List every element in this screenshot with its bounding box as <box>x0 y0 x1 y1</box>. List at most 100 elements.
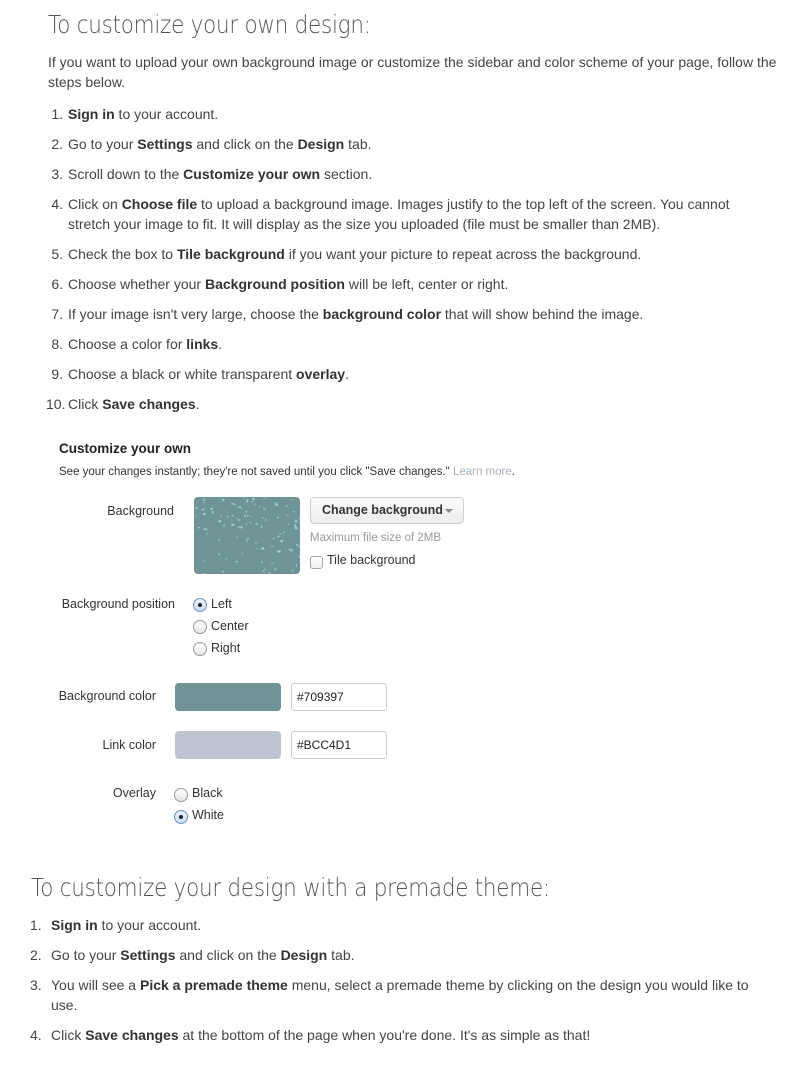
texture-speckle <box>237 518 241 521</box>
texture-speckle <box>235 560 238 563</box>
step-number: 9. <box>51 366 63 382</box>
texture-speckle <box>225 558 228 560</box>
texture-speckle <box>254 503 256 506</box>
overlay-white-radio[interactable] <box>174 810 188 824</box>
panel-description-text: See your changes instantly; they're not … <box>59 466 450 478</box>
overlay-white-label[interactable]: White <box>192 808 224 822</box>
texture-speckle <box>246 499 249 502</box>
texture-speckle <box>234 504 237 506</box>
background-thumbnail <box>194 497 300 574</box>
texture-speckle <box>202 560 205 562</box>
texture-speckle <box>298 517 300 520</box>
position-right-label[interactable]: Right <box>211 641 240 655</box>
step-text: Click Save changes. <box>68 396 200 412</box>
position-right-radio[interactable] <box>193 642 207 656</box>
position-center-label[interactable]: Center <box>211 619 249 633</box>
step-emphasis: Design <box>297 136 345 152</box>
texture-speckle <box>246 540 248 542</box>
step-item: 7. If your image isn't very large, choose… <box>46 304 766 324</box>
texture-speckle <box>195 515 198 517</box>
learn-more-link[interactable]: Learn more <box>453 466 512 478</box>
texture-speckle <box>246 515 250 517</box>
step-number: 4. <box>30 1027 42 1043</box>
learn-more-suffix: . <box>511 466 515 478</box>
texture-speckle <box>252 498 255 500</box>
texture-speckle <box>261 560 263 564</box>
step-text: Sign in to your account. <box>68 106 219 122</box>
texture-speckle <box>285 505 288 507</box>
overlay-black-label[interactable]: Black <box>192 786 223 800</box>
texture-speckle <box>231 519 233 521</box>
step-emphasis: Settings <box>120 947 176 963</box>
position-center-radio[interactable] <box>193 620 207 634</box>
texture-speckle <box>237 526 241 528</box>
texture-speckle <box>241 552 243 555</box>
step-number: 1. <box>51 106 63 122</box>
texture-speckle <box>220 515 222 517</box>
background-color-input[interactable]: #709397 <box>291 683 387 711</box>
step-text: Scroll down to the Customize your own se… <box>68 166 373 182</box>
texture-speckle <box>218 553 221 556</box>
texture-speckle <box>251 501 254 503</box>
step-text: Go to your Settings and click on the Des… <box>68 136 372 152</box>
texture-speckle <box>254 542 257 544</box>
texture-speckle <box>211 511 214 514</box>
step-emphasis: Customize your own <box>183 166 321 182</box>
panel-title: Customize your own <box>59 441 192 456</box>
step-text: Choose a color for links. <box>68 336 223 352</box>
step-number: 2. <box>30 947 42 963</box>
texture-speckle <box>274 502 277 504</box>
texture-speckle <box>256 547 258 549</box>
step-text: Click Save changes at the bottom of the … <box>51 1027 591 1043</box>
link-color-input[interactable]: #BCC4D1 <box>291 731 387 759</box>
texture-speckle <box>222 570 224 573</box>
texture-speckle <box>210 507 213 510</box>
texture-speckle <box>291 570 294 572</box>
texture-speckle <box>264 497 267 500</box>
texture-speckle <box>231 514 234 517</box>
texture-speckle <box>276 516 279 519</box>
step-text: Check the box to Tile background if you … <box>68 246 642 262</box>
step-number: 2. <box>51 136 63 152</box>
texture-speckle <box>231 523 235 526</box>
step-item: 4. Click on Choose file to upload a backg… <box>46 194 766 234</box>
texture-speckle <box>201 509 204 511</box>
texture-speckle <box>275 503 279 506</box>
texture-speckle <box>202 508 205 510</box>
step-item: 1. Sign in to your account. <box>30 915 770 935</box>
customize-your-own-panel: Customize your own See your changes inst… <box>0 430 794 850</box>
link-color-swatch[interactable] <box>175 731 281 759</box>
position-left-radio[interactable] <box>193 598 207 612</box>
overlay-black-radio[interactable] <box>174 788 188 802</box>
change-background-button[interactable]: Change background <box>310 497 464 524</box>
position-left-label[interactable]: Left <box>211 597 232 611</box>
tile-background-checkbox[interactable] <box>310 556 323 569</box>
texture-speckle <box>255 523 259 526</box>
background-color-swatch[interactable] <box>175 683 281 711</box>
step-text: Sign in to your account. <box>51 917 202 933</box>
step-number: 7. <box>51 306 63 322</box>
texture-speckle <box>246 538 250 540</box>
texture-speckle <box>294 520 298 523</box>
texture-speckle <box>222 498 225 501</box>
texture-speckle <box>276 535 280 538</box>
step-emphasis: Save changes <box>102 396 196 412</box>
texture-speckle <box>262 570 265 573</box>
texture-speckle <box>295 528 298 530</box>
texture-speckle <box>272 537 275 540</box>
texture-speckle <box>278 550 281 552</box>
steps-list-premade-theme: 1. Sign in to your account. 2. Go to your S… <box>30 915 770 1055</box>
texture-speckle <box>286 514 289 516</box>
texture-speckle <box>202 502 205 504</box>
texture-speckle <box>263 508 267 511</box>
texture-speckle <box>288 548 291 551</box>
step-emphasis: Choose file <box>121 196 198 212</box>
tile-background-label[interactable]: Tile background <box>327 553 415 567</box>
step-emphasis: Save changes <box>85 1027 179 1043</box>
texture-speckle <box>263 497 265 499</box>
step-number: 3. <box>51 166 63 182</box>
step-text: Choose whether your Background position … <box>68 276 509 292</box>
texture-speckle <box>261 547 265 550</box>
panel-description: See your changes instantly; they're not … <box>59 466 515 478</box>
texture-speckle <box>264 567 266 570</box>
